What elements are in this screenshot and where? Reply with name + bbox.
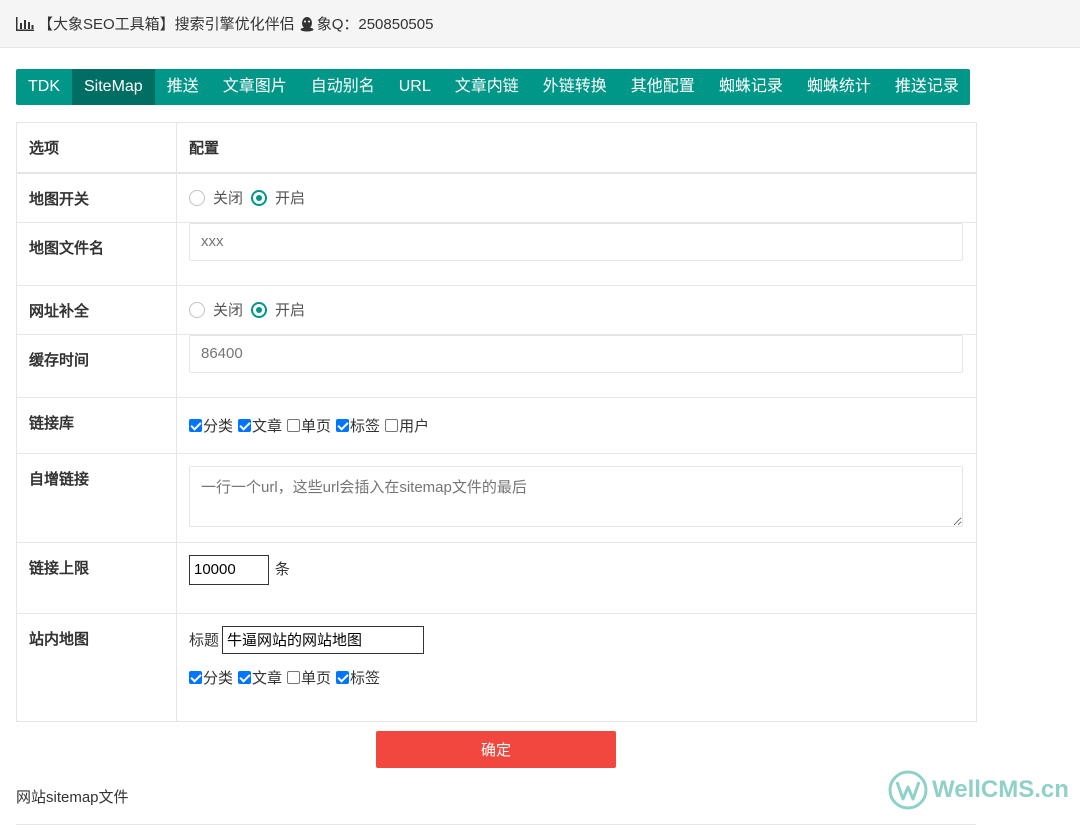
map-switch-off-label[interactable]: 关闭 [213,187,243,208]
tab-spider-log[interactable]: 蜘蛛记录 [707,69,795,105]
tab-external-links[interactable]: 外链转换 [531,69,619,105]
site-map-category-label[interactable]: 分类 [203,667,233,688]
site-map-title-input[interactable] [222,625,425,654]
tab-push-log[interactable]: 推送记录 [883,69,971,105]
tab-sitemap[interactable]: SiteMap [72,69,155,105]
link-lib-category-checkbox[interactable] [189,418,202,432]
link-limit-input[interactable] [189,554,269,585]
url-complete-on-label[interactable]: 开启 [275,299,305,320]
site-map-category-checkbox[interactable] [189,671,202,684]
custom-links-label: 自增链接 [16,452,177,543]
map-filename-label: 地图文件名 [16,221,177,286]
watermark: WellCMS.cn [888,770,1069,810]
map-switch-off-radio[interactable] [189,189,205,206]
url-complete-off-label[interactable]: 关闭 [213,299,243,320]
qq-penguin-icon [300,16,314,31]
header-title: 【大象SEO工具箱】搜索引擎优化伴侣 [38,16,295,33]
map-switch-on-radio[interactable] [251,189,268,206]
cache-time-input[interactable] [189,334,963,373]
custom-links-textarea[interactable] [189,465,963,527]
tab-article-images[interactable]: 文章图片 [211,69,299,105]
map-filename-input[interactable] [189,222,963,261]
column-header-option: 选项 [16,122,177,173]
bar-chart-icon [16,16,34,31]
header-bar: 【大象SEO工具箱】搜索引擎优化伴侣 象Q：250850505 [0,0,1080,48]
header-contact: 象Q：250850505 [316,16,434,33]
site-map-page-checkbox[interactable] [287,671,301,684]
link-lib-page-label[interactable]: 单页 [301,415,331,436]
row-custom-links: 自增链接 [16,452,977,543]
tab-bar: TDK SiteMap 推送 文章图片 自动别名 URL 文章内链 外链转换 其… [16,69,970,105]
submit-button[interactable]: 确定 [376,731,616,768]
site-map-label: 站内地图 [16,612,177,722]
link-lib-article-label[interactable]: 文章 [252,415,282,436]
tab-auto-alias[interactable]: 自动别名 [299,69,387,105]
link-lib-user-checkbox[interactable] [385,418,399,432]
map-switch-on-label[interactable]: 开启 [275,187,305,208]
site-map-article-checkbox[interactable] [238,671,252,684]
url-complete-on-radio[interactable] [251,301,268,318]
row-cache-time: 缓存时间 [16,333,977,398]
link-lib-user-label[interactable]: 用户 [399,415,429,436]
link-lib-page-checkbox[interactable] [287,418,301,432]
link-limit-unit: 条 [274,561,290,578]
site-map-checkboxes: 分类 文章 单页 标签 [189,654,964,702]
row-site-map: 站内地图 标题 分类 文章 单页 标签 [16,612,977,722]
watermark-text: WellCMS.cn [932,776,1069,803]
tab-url[interactable]: URL [387,69,443,105]
map-switch-label: 地图开关 [16,172,177,223]
site-map-article-label[interactable]: 文章 [252,667,282,688]
row-url-complete: 网址补全 关闭 开启 [16,284,977,335]
link-lib-label: 链接库 [16,396,177,454]
link-lib-tag-label[interactable]: 标签 [350,415,380,436]
row-link-lib: 链接库 分类 文章 单页 标签 用户 [16,396,977,454]
tab-tdk[interactable]: TDK [16,69,72,105]
footer-divider [16,824,976,825]
tab-internal-links[interactable]: 文章内链 [443,69,531,105]
site-map-tag-label[interactable]: 标签 [350,667,380,688]
link-lib-article-checkbox[interactable] [238,418,252,432]
wellcms-logo-icon [888,770,928,810]
row-map-switch: 地图开关 关闭 开启 [16,172,977,223]
row-map-filename: 地图文件名 [16,221,977,286]
tab-other-config[interactable]: 其他配置 [619,69,707,105]
column-header-config: 配置 [176,122,977,173]
url-complete-off-radio[interactable] [189,301,205,318]
cache-time-label: 缓存时间 [16,333,177,398]
site-map-tag-checkbox[interactable] [336,671,350,684]
tab-push[interactable]: 推送 [155,69,211,105]
url-complete-label: 网址补全 [16,284,177,335]
sitemap-file-link[interactable]: 网站sitemap文件 [16,786,129,807]
tab-spider-stats[interactable]: 蜘蛛统计 [795,69,883,105]
link-lib-category-label[interactable]: 分类 [203,415,233,436]
site-map-title-label: 标题 [189,632,220,649]
link-limit-label: 链接上限 [16,541,177,614]
row-link-limit: 链接上限 条 [16,541,977,614]
settings-table: 选项 配置 地图开关 关闭 开启 地图文件名 网址补全 [16,122,977,722]
link-lib-tag-checkbox[interactable] [336,418,350,432]
site-map-page-label[interactable]: 单页 [301,667,331,688]
link-lib-checkboxes: 分类 文章 单页 标签 用户 [189,398,964,453]
